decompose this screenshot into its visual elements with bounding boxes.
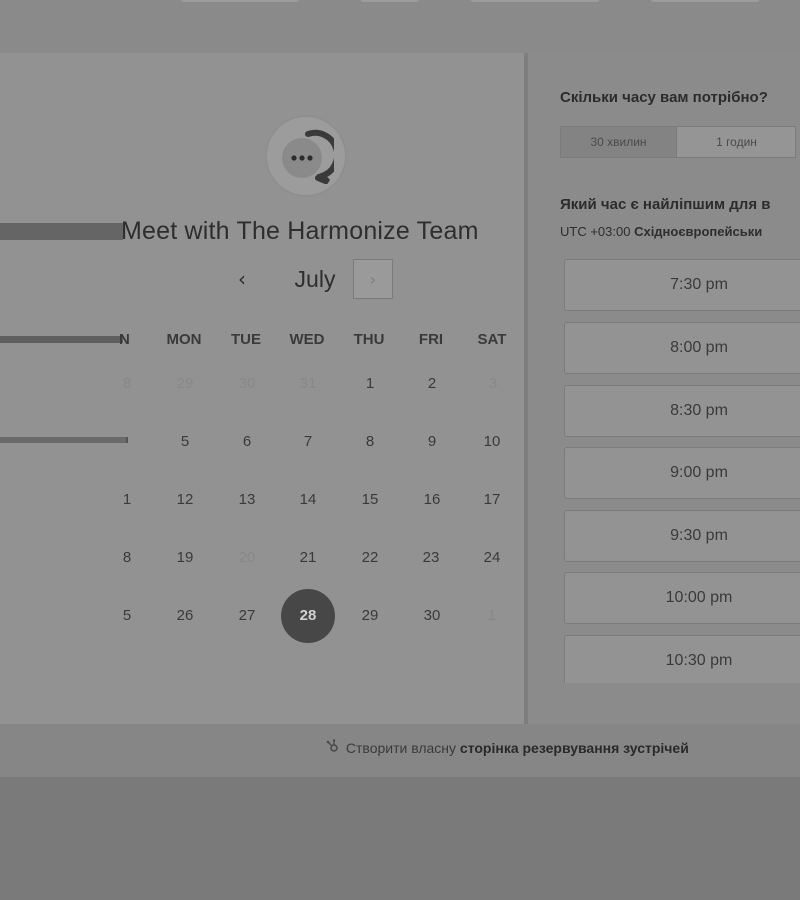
calendar-day[interactable]: 14	[280, 489, 336, 511]
time-slot-button[interactable]: 9:30 pm	[564, 510, 800, 562]
calendar-day[interactable]: 16	[404, 489, 460, 511]
calendar-day[interactable]: 24	[464, 547, 520, 569]
calendar-day[interactable]: 2	[404, 373, 460, 395]
time-slot-label: 9:30 pm	[670, 527, 728, 544]
calendar-day: 31	[299, 375, 317, 392]
timezone-offset: UTC +03:00	[560, 224, 631, 239]
time-slot-label: 7:30 pm	[670, 276, 728, 293]
time-slot-label: 8:00 pm	[670, 339, 728, 356]
calendar-day[interactable]: 1	[342, 373, 398, 395]
redaction-bar	[0, 437, 128, 443]
weekday-fri: FRI	[418, 331, 444, 348]
calendar-day[interactable]: 8	[342, 431, 398, 453]
top-header-band	[0, 0, 800, 53]
time-slot-button[interactable]: 10:00 pm	[564, 572, 800, 624]
footer-create-link[interactable]: Створити власну сторінка резервування зу…	[326, 739, 689, 756]
time-slot-list[interactable]: 7:30 pm 8:00 pm 8:30 pm 9:00 pm 9:30 pm …	[564, 259, 800, 683]
timezone-name: Східноєвропейськи	[634, 224, 763, 239]
weekday-wed: WED	[289, 331, 325, 348]
calendar-day[interactable]: 30	[404, 605, 460, 627]
time-slot-label: 10:00 pm	[665, 589, 733, 606]
calendar-day[interactable]: 13	[219, 489, 275, 511]
time-slot-button[interactable]: 8:30 pm	[564, 385, 800, 437]
weekday-tue: TUE	[231, 331, 261, 348]
weekday-mon: MON	[166, 331, 202, 348]
calendar-day[interactable]: 23	[403, 547, 459, 569]
calendar-day: 3	[488, 375, 498, 392]
calendar-day-partial: 1	[122, 491, 132, 508]
calendar-day[interactable]: 21	[280, 547, 336, 569]
month-label: July	[294, 266, 336, 292]
calendar-day: 20	[238, 549, 256, 566]
weekday-sat: SAT	[477, 331, 507, 348]
calendar-day[interactable]: 5	[157, 431, 213, 453]
calendar-day[interactable]: 22	[342, 547, 398, 569]
next-month-button[interactable]: ›	[353, 259, 393, 299]
calendar-day: 29	[176, 375, 194, 392]
calendar-day[interactable]: 26	[157, 605, 213, 627]
time-slot-label: 9:00 pm	[670, 464, 728, 481]
duration-30-min-button[interactable]: 30 хвилин	[561, 127, 677, 157]
calendar-day[interactable]: 10	[464, 431, 520, 453]
duration-selector: 30 хвилин 1 годин	[560, 126, 796, 158]
chat-bubble-icon	[282, 129, 334, 184]
time-slot-label: 8:30 pm	[670, 402, 728, 419]
blurred-header-text	[470, 0, 600, 2]
calendar-day[interactable]: 17	[464, 489, 520, 511]
calendar-day[interactable]: 27	[219, 605, 275, 627]
duration-1-hour-button[interactable]: 1 годин	[678, 127, 795, 157]
calendar-day: 30	[238, 375, 256, 392]
calendar-day-partial: 5	[122, 607, 132, 624]
weekday-sun-partial: N	[119, 331, 130, 348]
redaction-bar	[0, 336, 123, 343]
timezone-label[interactable]: UTC +03:00 Східноєвропейськи	[560, 224, 762, 239]
month-navigation: ‹ July ›	[222, 258, 402, 302]
page-background	[0, 778, 800, 900]
time-slot-button[interactable]: 8:00 pm	[564, 322, 800, 374]
calendar-day-selected[interactable]: 28	[281, 589, 335, 643]
calendar-day[interactable]: 6	[219, 431, 275, 453]
blurred-header-text	[360, 0, 420, 2]
time-slot-label: 10:30 pm	[665, 652, 733, 669]
footer-prefix: Створити власну	[345, 740, 457, 756]
calendar-day[interactable]: 12	[157, 489, 213, 511]
team-avatar	[267, 117, 345, 195]
duration-question: Скільки часу вам потрібно?	[560, 89, 768, 106]
calendar-day: 1	[487, 607, 497, 624]
calendar-day[interactable]: 29	[342, 605, 398, 627]
calendar-day-partial: 8	[122, 549, 132, 566]
redaction-bar	[0, 223, 123, 240]
blurred-header-text	[650, 0, 760, 2]
blurred-header-text	[180, 0, 300, 2]
footer-link[interactable]: сторінка резервування зустрічей	[460, 740, 689, 756]
calendar-day[interactable]: 15	[342, 489, 398, 511]
previous-month-button[interactable]: ‹	[222, 258, 262, 300]
calendar-day[interactable]: 7	[280, 431, 336, 453]
calendar-day-partial: 8	[122, 375, 132, 392]
event-title: Meet with The Harmonize Team	[121, 217, 479, 245]
time-slot-button[interactable]: 9:00 pm	[564, 447, 800, 499]
calendar-day[interactable]: 19	[157, 547, 213, 569]
time-question: Який час є найліпшим для в	[560, 196, 771, 213]
time-slot-button[interactable]: 7:30 pm	[564, 259, 800, 311]
time-slot-button[interactable]: 10:30 pm	[564, 635, 800, 683]
weekday-thu: THU	[353, 331, 385, 348]
sprocket-icon	[326, 739, 342, 756]
calendar-day[interactable]: 9	[404, 431, 460, 453]
